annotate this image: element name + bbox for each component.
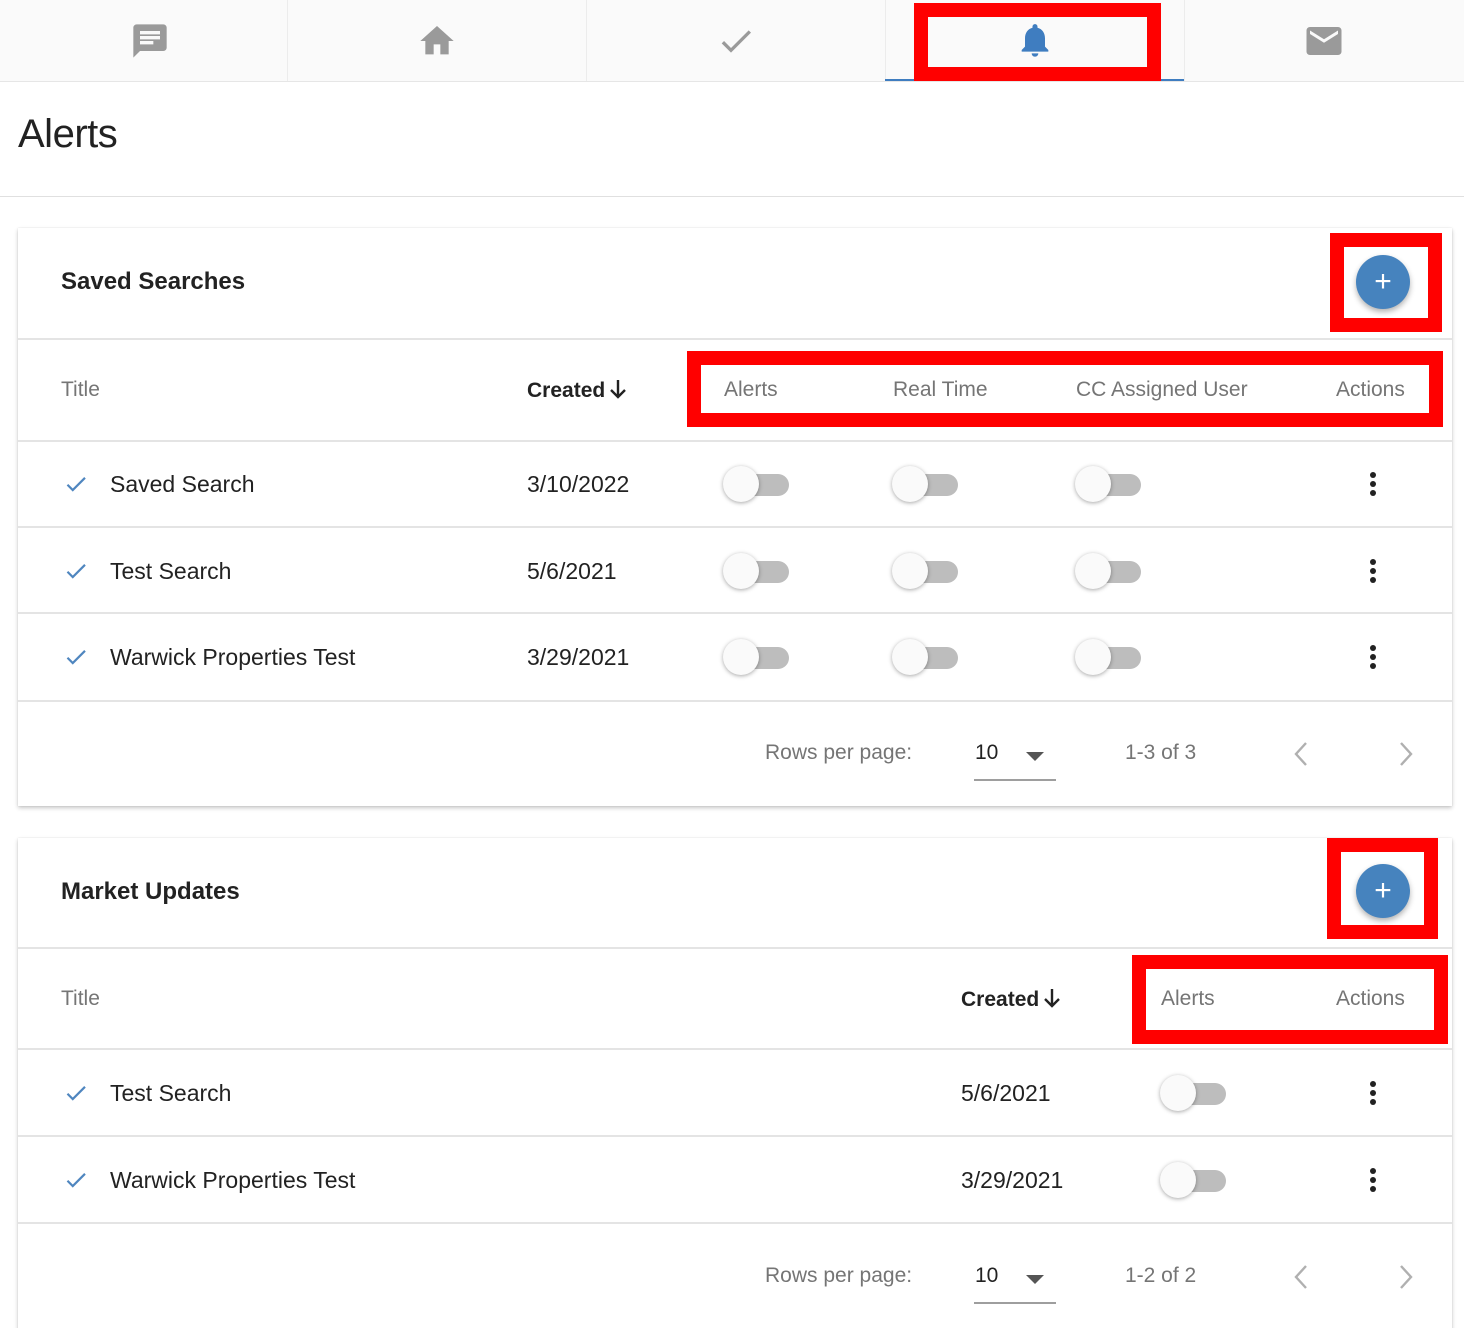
divider	[18, 612, 1452, 614]
card-title: Saved Searches	[61, 268, 246, 295]
tab-tasks[interactable]	[586, 0, 885, 81]
divider	[18, 338, 1452, 340]
more-vert-icon[interactable]	[1361, 1079, 1385, 1107]
divider	[18, 1222, 1452, 1224]
mail-icon	[1306, 26, 1342, 55]
market-updates-card: Market Updates + Title Created Alerts Ac…	[18, 838, 1452, 1328]
dropdown-arrow-icon	[1026, 752, 1044, 761]
alerts-toggle[interactable]	[723, 638, 791, 676]
pagination-range: 1-3 of 3	[1125, 741, 1197, 764]
check-icon	[66, 477, 86, 492]
divider	[18, 1048, 1452, 1050]
alerts-toggle[interactable]	[1160, 1161, 1228, 1199]
column-header-created[interactable]: Created	[961, 987, 1062, 1015]
chevron-right-icon[interactable]	[1394, 1262, 1418, 1292]
chevron-right-icon[interactable]	[1394, 739, 1418, 769]
chevron-left-icon[interactable]	[1289, 1262, 1313, 1292]
cc-assigned-user-toggle[interactable]	[1075, 638, 1143, 676]
column-header-label: Created	[527, 379, 606, 402]
row-title[interactable]: Saved Search	[110, 471, 254, 498]
highlight-box	[914, 3, 1161, 81]
check-icon	[66, 564, 86, 579]
rows-per-page-value: 10	[975, 741, 999, 764]
row-created: 3/10/2022	[527, 471, 630, 497]
rows-per-page-select[interactable]: 10	[974, 1258, 1056, 1304]
row-created: 5/6/2021	[961, 1080, 1051, 1106]
arrow-down-icon	[608, 378, 628, 406]
row-created: 3/29/2021	[961, 1167, 1064, 1193]
tab-home[interactable]	[287, 0, 586, 81]
dropdown-arrow-icon	[1026, 1275, 1044, 1284]
check-icon	[66, 650, 86, 665]
top-nav	[0, 0, 1464, 82]
highlight-box	[1330, 233, 1442, 332]
card-title: Market Updates	[61, 878, 240, 905]
alerts-toggle[interactable]	[723, 465, 791, 503]
rows-per-page-select[interactable]: 10	[974, 735, 1056, 781]
column-header-title[interactable]: Title	[61, 987, 100, 1011]
more-vert-icon[interactable]	[1361, 470, 1385, 498]
saved-searches-card: Saved Searches + Title Created Alerts Re…	[18, 228, 1452, 806]
chevron-left-icon[interactable]	[1289, 739, 1313, 769]
real-time-toggle[interactable]	[892, 638, 960, 676]
alerts-toggle[interactable]	[723, 552, 791, 590]
tab-mail[interactable]	[1184, 0, 1464, 81]
highlight-box	[687, 351, 1443, 427]
row-title[interactable]: Warwick Properties Test	[110, 644, 355, 671]
check-icon	[66, 1086, 86, 1101]
check-icon	[721, 29, 751, 53]
column-header-label: Created	[961, 988, 1040, 1011]
row-title[interactable]: Test Search	[110, 558, 231, 585]
tab-messages[interactable]	[0, 0, 299, 81]
divider	[18, 1135, 1452, 1137]
check-icon	[66, 1173, 86, 1188]
home-icon	[419, 25, 454, 54]
rows-per-page-label: Rows per page:	[765, 741, 913, 764]
column-header-created[interactable]: Created	[527, 378, 628, 406]
real-time-toggle[interactable]	[892, 465, 960, 503]
column-header-title[interactable]: Title	[61, 378, 100, 402]
more-vert-icon[interactable]	[1361, 557, 1385, 585]
real-time-toggle[interactable]	[892, 552, 960, 590]
more-vert-icon[interactable]	[1361, 643, 1385, 671]
highlight-box	[1327, 838, 1438, 939]
row-created: 3/29/2021	[527, 644, 630, 670]
divider	[18, 440, 1452, 442]
highlight-box	[1132, 955, 1448, 1044]
rows-per-page-value: 10	[975, 1264, 999, 1287]
row-title[interactable]: Test Search	[110, 1080, 231, 1107]
pagination-range: 1-2 of 2	[1125, 1264, 1197, 1287]
divider	[18, 526, 1452, 528]
cc-assigned-user-toggle[interactable]	[1075, 465, 1143, 503]
divider	[18, 947, 1452, 949]
alerts-toggle[interactable]	[1160, 1074, 1228, 1112]
row-title[interactable]: Warwick Properties Test	[110, 1167, 355, 1194]
rows-per-page-label: Rows per page:	[765, 1264, 913, 1287]
divider	[0, 196, 1464, 197]
message-icon	[132, 23, 167, 58]
more-vert-icon[interactable]	[1361, 1166, 1385, 1194]
page-title: Alerts	[18, 112, 118, 156]
divider	[18, 700, 1452, 702]
row-created: 5/6/2021	[527, 558, 617, 584]
arrow-down-icon	[1042, 987, 1062, 1015]
cc-assigned-user-toggle[interactable]	[1075, 552, 1143, 590]
